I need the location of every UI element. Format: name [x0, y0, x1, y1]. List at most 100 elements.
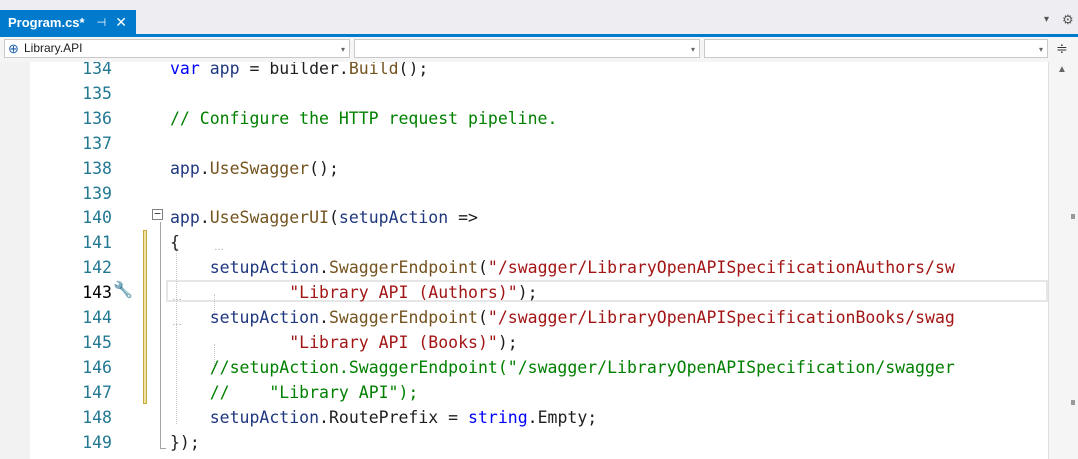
line-number: 137: [82, 133, 112, 153]
tab-list-dropdown-icon[interactable]: ▾: [1044, 14, 1049, 25]
code-token-string: "Library API (Authors)": [289, 283, 518, 303]
line-number: 139: [82, 183, 112, 203]
code-line[interactable]: 142 setupAction.SwaggerEndpoint("/swagge…: [0, 255, 1048, 280]
line-number: 134: [82, 62, 112, 78]
line-number: 144: [82, 308, 112, 327]
code-text[interactable]: // Configure the HTTP request pipeline.: [170, 106, 557, 131]
code-line[interactable]: 148 setupAction.RoutePrefix = string.Emp…: [0, 405, 1048, 430]
line-number: 143: [82, 283, 112, 303]
code-text[interactable]: setupAction.RoutePrefix = string.Empty;: [170, 405, 597, 430]
line-number: 142: [82, 258, 112, 278]
code-token-plain: });: [170, 432, 200, 452]
split-window-icon[interactable]: ≑: [1056, 40, 1068, 57]
code-line[interactable]: 139: [0, 181, 1048, 206]
code-text[interactable]: // "Library API");: [170, 380, 419, 405]
code-line[interactable]: 145 "Library API (Books)");: [0, 330, 1048, 355]
navigation-bar: ⊕ Library.API ▾ ▾ ▾ ≑: [0, 37, 1078, 63]
line-number: 147: [82, 382, 112, 402]
code-token-method: SwaggerEndpoint: [328, 308, 478, 327]
gear-icon[interactable]: ⚙: [1062, 12, 1074, 28]
code-text[interactable]: setupAction.SwaggerEndpoint("/swagger/Li…: [170, 305, 955, 330]
code-token-plain: .: [319, 308, 329, 327]
code-text[interactable]: "Library API (Books)");: [170, 330, 518, 355]
member-dropdown[interactable]: ▾: [704, 39, 1048, 58]
code-line[interactable]: 143 "Library API (Authors)");: [0, 280, 1048, 305]
code-line[interactable]: 134 var app = builder.Build();: [0, 62, 1048, 81]
code-token-plain: = builder.: [239, 62, 349, 78]
code-token-plain: ();: [309, 158, 339, 178]
code-text[interactable]: //setupAction.SwaggerEndpoint("/swagger/…: [170, 355, 955, 380]
code-line[interactable]: 144 setupAction.SwaggerEndpoint("/swagge…: [0, 305, 1048, 330]
line-number: 146: [82, 357, 112, 377]
line-number: 136: [82, 108, 112, 128]
code-token-plain: (: [477, 308, 488, 327]
project-dropdown[interactable]: ⊕ Library.API ▾: [4, 39, 350, 58]
document-tab-strip: Program.cs* ⊣ ✕ ▾ ⚙: [0, 0, 1078, 37]
tab-program-cs[interactable]: Program.cs* ⊣ ✕: [0, 10, 136, 34]
code-token-plain: .: [199, 158, 210, 178]
code-token-param: app: [170, 208, 200, 228]
code-token-plain: (: [328, 208, 339, 228]
code-token-param: setupAction: [209, 308, 320, 327]
code-token-string: "/swagger/LibraryOpenAPISpecificationBoo…: [487, 308, 955, 327]
code-line[interactable]: 149});: [0, 430, 1048, 455]
code-token-keyword: var: [170, 62, 200, 78]
scroll-up-icon[interactable]: ▲: [1057, 64, 1067, 75]
code-line[interactable]: 146 //setupAction.SwaggerEndpoint("/swag…: [0, 355, 1048, 380]
code-line[interactable]: 147 // "Library API");: [0, 380, 1048, 405]
code-token-plain: .: [199, 208, 210, 228]
code-line[interactable]: 141 {: [0, 230, 1048, 255]
code-token-plain: {: [170, 233, 180, 253]
code-token-param: app: [209, 62, 240, 78]
code-line[interactable]: 138 app.UseSwagger();: [0, 156, 1048, 181]
chevron-down-icon: ▾: [690, 45, 695, 54]
close-icon[interactable]: ✕: [115, 14, 127, 31]
code-token-plain: (: [477, 258, 488, 278]
code-token-comment: // Configure the HTTP request pipeline.: [170, 108, 558, 128]
code-token-string: "Library API (Books)": [289, 332, 498, 352]
code-text[interactable]: });: [170, 430, 200, 455]
chevron-down-icon: ▾: [1038, 45, 1043, 54]
line-number: 138: [82, 158, 112, 178]
code-token-plain: );: [517, 283, 538, 303]
code-text[interactable]: "Library API (Authors)");: [170, 280, 538, 305]
pin-icon[interactable]: ⊣: [97, 16, 107, 29]
code-token-method: UseSwagger: [209, 158, 310, 178]
code-text[interactable]: app.UseSwaggerUI(setupAction =>: [170, 205, 478, 230]
code-line[interactable]: 140 app.UseSwaggerUI(setupAction =>: [0, 205, 1048, 230]
tab-title[interactable]: Program.cs*: [8, 15, 85, 30]
code-text[interactable]: {: [170, 230, 180, 255]
code-text[interactable]: var app = builder.Build();: [170, 62, 428, 81]
code-token-method: UseSwaggerUI: [209, 208, 329, 228]
code-token-plain: .Empty;: [527, 407, 598, 427]
code-token-string: "/swagger/LibraryOpenAPISpecificationAut…: [487, 258, 955, 278]
code-token-method: SwaggerEndpoint: [328, 258, 478, 278]
scrollbar-marker: [1071, 400, 1075, 405]
line-number: 135: [82, 83, 112, 103]
code-editor[interactable]: − … … … 🔧 134 var app = builder.Build(); 1…: [0, 62, 1078, 459]
code-text[interactable]: setupAction.SwaggerEndpoint("/swagger/Li…: [170, 255, 955, 280]
code-token-param: setupAction: [209, 407, 320, 427]
line-number: 145: [82, 332, 112, 352]
code-token-plain: ();: [398, 62, 429, 78]
code-token-plain: =>: [448, 208, 478, 228]
code-line[interactable]: 136 // Configure the HTTP request pipelin…: [0, 106, 1048, 131]
code-token-param: app: [170, 158, 200, 178]
scrollbar-marker: [1071, 214, 1075, 219]
line-number: 149: [82, 432, 112, 452]
code-line[interactable]: 135: [0, 81, 1048, 106]
type-dropdown[interactable]: ▾: [354, 39, 700, 58]
code-token-method: Build: [348, 62, 399, 78]
line-number: 148: [82, 407, 112, 427]
code-token-plain: .: [319, 258, 329, 278]
code-token-keyword: string: [468, 407, 528, 427]
code-text[interactable]: app.UseSwagger();: [170, 156, 339, 181]
code-line[interactable]: 137: [0, 131, 1048, 156]
